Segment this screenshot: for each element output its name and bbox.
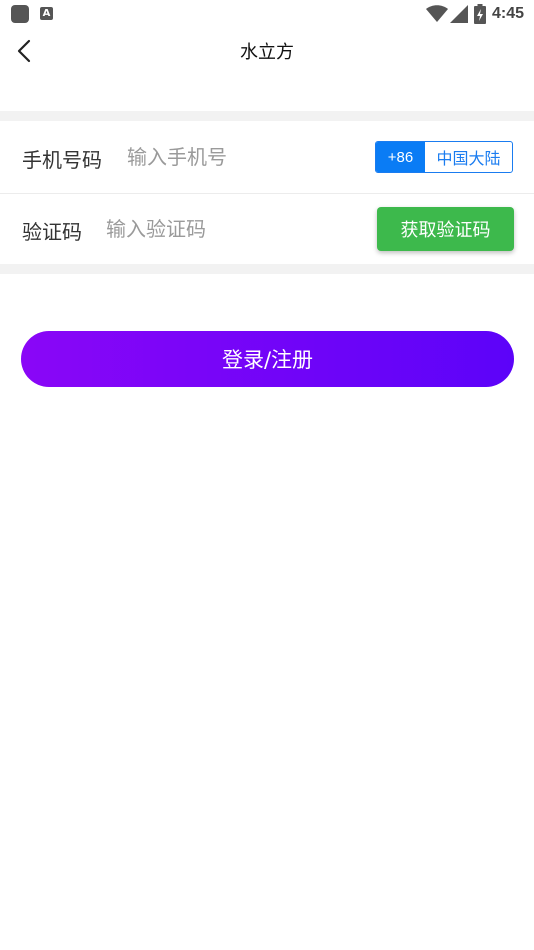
- status-icons: 4:45: [425, 3, 524, 25]
- section-divider-bottom: [0, 264, 534, 274]
- country-code: +86: [376, 142, 425, 172]
- app-header: 水立方: [0, 28, 534, 74]
- page-title: 水立方: [240, 42, 294, 63]
- phone-label: 手机号码: [22, 148, 102, 172]
- phone-row: 手机号码 +86 中国大陆: [0, 122, 534, 192]
- status-time: 4:45: [491, 5, 524, 22]
- signal-icon: [449, 5, 468, 23]
- a-icon: A: [40, 7, 53, 20]
- code-input[interactable]: [106, 210, 366, 248]
- notification-square-icon: [11, 5, 29, 23]
- phone-input[interactable]: [127, 138, 367, 176]
- code-label: 验证码: [22, 220, 82, 244]
- country-name: 中国大陆: [436, 149, 501, 168]
- battery-icon: [473, 4, 486, 24]
- login-register-button[interactable]: 登录/注册: [21, 331, 514, 387]
- code-row: 验证码 获取验证码: [0, 194, 534, 264]
- wifi-icon: [425, 5, 448, 22]
- status-bar: A 4:45: [0, 0, 534, 28]
- country-code-selector[interactable]: +86 中国大陆: [375, 141, 513, 173]
- section-divider: [0, 111, 534, 121]
- get-code-button[interactable]: 获取验证码: [377, 207, 514, 251]
